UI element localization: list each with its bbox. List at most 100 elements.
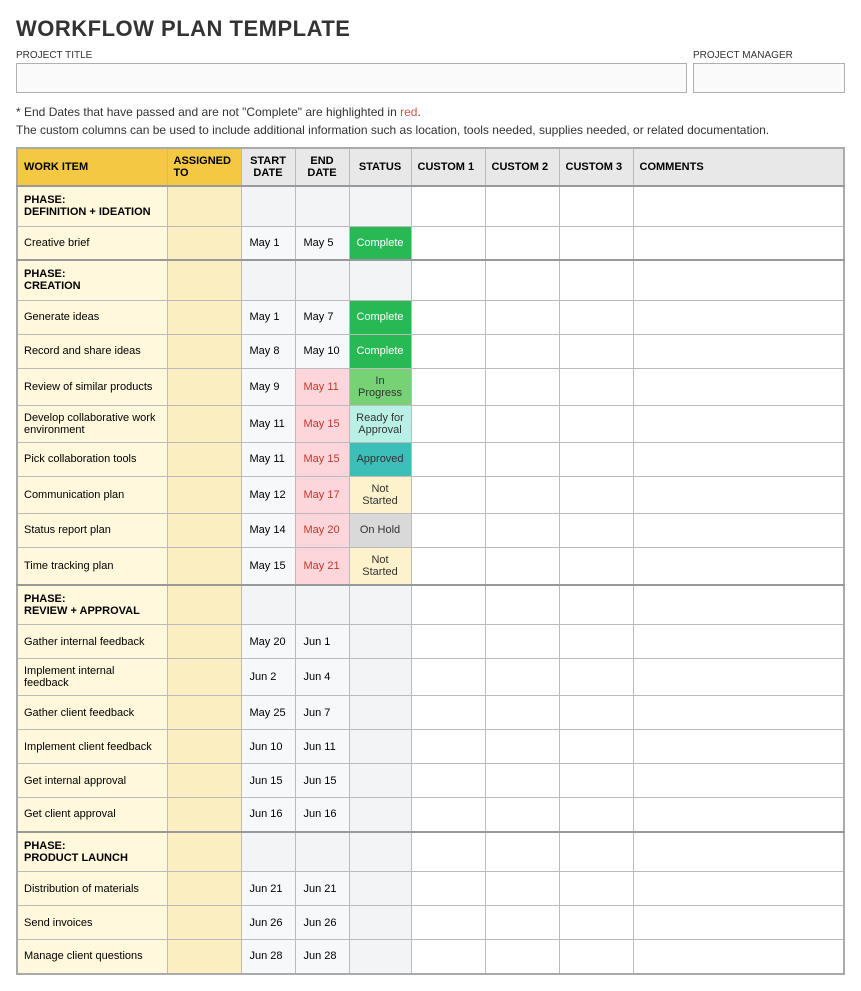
custom-cell[interactable] (411, 659, 485, 696)
end-date-cell[interactable]: Jun 21 (295, 872, 349, 906)
custom-cell[interactable] (559, 405, 633, 442)
custom-cell[interactable] (485, 625, 559, 659)
start-date-cell[interactable]: May 11 (241, 405, 295, 442)
comments-cell[interactable] (633, 547, 844, 585)
assigned-cell[interactable] (167, 513, 241, 547)
assigned-cell[interactable] (167, 906, 241, 940)
status-cell[interactable]: Not Started (349, 476, 411, 513)
comments-cell[interactable] (633, 764, 844, 798)
comments-cell[interactable] (633, 659, 844, 696)
comments-cell[interactable] (633, 476, 844, 513)
start-date-cell[interactable]: May 1 (241, 226, 295, 260)
custom-cell[interactable] (485, 226, 559, 260)
project-title-input[interactable] (16, 63, 687, 93)
custom-cell[interactable] (559, 476, 633, 513)
custom-cell[interactable] (411, 625, 485, 659)
start-date-cell[interactable]: May 20 (241, 625, 295, 659)
project-manager-input[interactable] (693, 63, 845, 93)
start-date-cell[interactable]: May 8 (241, 334, 295, 368)
assigned-cell[interactable] (167, 368, 241, 405)
status-cell[interactable] (349, 625, 411, 659)
start-date-cell[interactable]: Jun 28 (241, 940, 295, 974)
custom-cell[interactable] (411, 442, 485, 476)
custom-cell[interactable] (485, 906, 559, 940)
custom-cell[interactable] (411, 547, 485, 585)
end-date-cell[interactable]: Jun 16 (295, 798, 349, 832)
custom-cell[interactable] (411, 405, 485, 442)
custom-cell[interactable] (559, 442, 633, 476)
custom-cell[interactable] (485, 300, 559, 334)
end-date-cell[interactable]: May 7 (295, 300, 349, 334)
custom-cell[interactable] (411, 872, 485, 906)
custom-cell[interactable] (411, 906, 485, 940)
end-date-cell[interactable]: May 20 (295, 513, 349, 547)
comments-cell[interactable] (633, 300, 844, 334)
status-cell[interactable]: Complete (349, 334, 411, 368)
start-date-cell[interactable]: May 14 (241, 513, 295, 547)
status-cell[interactable]: On Hold (349, 513, 411, 547)
custom-cell[interactable] (485, 476, 559, 513)
custom-cell[interactable] (559, 798, 633, 832)
custom-cell[interactable] (485, 368, 559, 405)
comments-cell[interactable] (633, 226, 844, 260)
status-cell[interactable] (349, 940, 411, 974)
custom-cell[interactable] (411, 696, 485, 730)
assigned-cell[interactable] (167, 659, 241, 696)
custom-cell[interactable] (559, 659, 633, 696)
end-date-cell[interactable]: Jun 7 (295, 696, 349, 730)
end-date-cell[interactable]: May 15 (295, 405, 349, 442)
custom-cell[interactable] (559, 940, 633, 974)
custom-cell[interactable] (485, 798, 559, 832)
start-date-cell[interactable]: May 9 (241, 368, 295, 405)
assigned-cell[interactable] (167, 940, 241, 974)
custom-cell[interactable] (485, 442, 559, 476)
end-date-cell[interactable]: Jun 4 (295, 659, 349, 696)
custom-cell[interactable] (485, 659, 559, 696)
assigned-cell[interactable] (167, 476, 241, 513)
comments-cell[interactable] (633, 405, 844, 442)
assigned-cell[interactable] (167, 442, 241, 476)
start-date-cell[interactable]: Jun 26 (241, 906, 295, 940)
comments-cell[interactable] (633, 730, 844, 764)
assigned-cell[interactable] (167, 334, 241, 368)
end-date-cell[interactable]: Jun 26 (295, 906, 349, 940)
start-date-cell[interactable]: Jun 10 (241, 730, 295, 764)
assigned-cell[interactable] (167, 872, 241, 906)
end-date-cell[interactable]: Jun 1 (295, 625, 349, 659)
status-cell[interactable] (349, 659, 411, 696)
custom-cell[interactable] (485, 764, 559, 798)
comments-cell[interactable] (633, 798, 844, 832)
custom-cell[interactable] (411, 940, 485, 974)
status-cell[interactable]: Approved (349, 442, 411, 476)
assigned-cell[interactable] (167, 547, 241, 585)
comments-cell[interactable] (633, 872, 844, 906)
start-date-cell[interactable]: Jun 15 (241, 764, 295, 798)
status-cell[interactable] (349, 906, 411, 940)
end-date-cell[interactable]: May 21 (295, 547, 349, 585)
status-cell[interactable]: Ready for Approval (349, 405, 411, 442)
start-date-cell[interactable]: May 25 (241, 696, 295, 730)
custom-cell[interactable] (559, 764, 633, 798)
custom-cell[interactable] (559, 625, 633, 659)
custom-cell[interactable] (485, 547, 559, 585)
assigned-cell[interactable] (167, 696, 241, 730)
status-cell[interactable] (349, 730, 411, 764)
comments-cell[interactable] (633, 442, 844, 476)
custom-cell[interactable] (485, 696, 559, 730)
end-date-cell[interactable]: May 15 (295, 442, 349, 476)
custom-cell[interactable] (411, 368, 485, 405)
comments-cell[interactable] (633, 513, 844, 547)
status-cell[interactable] (349, 696, 411, 730)
status-cell[interactable]: Not Started (349, 547, 411, 585)
end-date-cell[interactable]: Jun 28 (295, 940, 349, 974)
start-date-cell[interactable]: Jun 2 (241, 659, 295, 696)
custom-cell[interactable] (485, 940, 559, 974)
end-date-cell[interactable]: Jun 11 (295, 730, 349, 764)
custom-cell[interactable] (559, 730, 633, 764)
end-date-cell[interactable]: Jun 15 (295, 764, 349, 798)
custom-cell[interactable] (559, 226, 633, 260)
end-date-cell[interactable]: May 10 (295, 334, 349, 368)
status-cell[interactable]: In Progress (349, 368, 411, 405)
comments-cell[interactable] (633, 906, 844, 940)
end-date-cell[interactable]: May 17 (295, 476, 349, 513)
